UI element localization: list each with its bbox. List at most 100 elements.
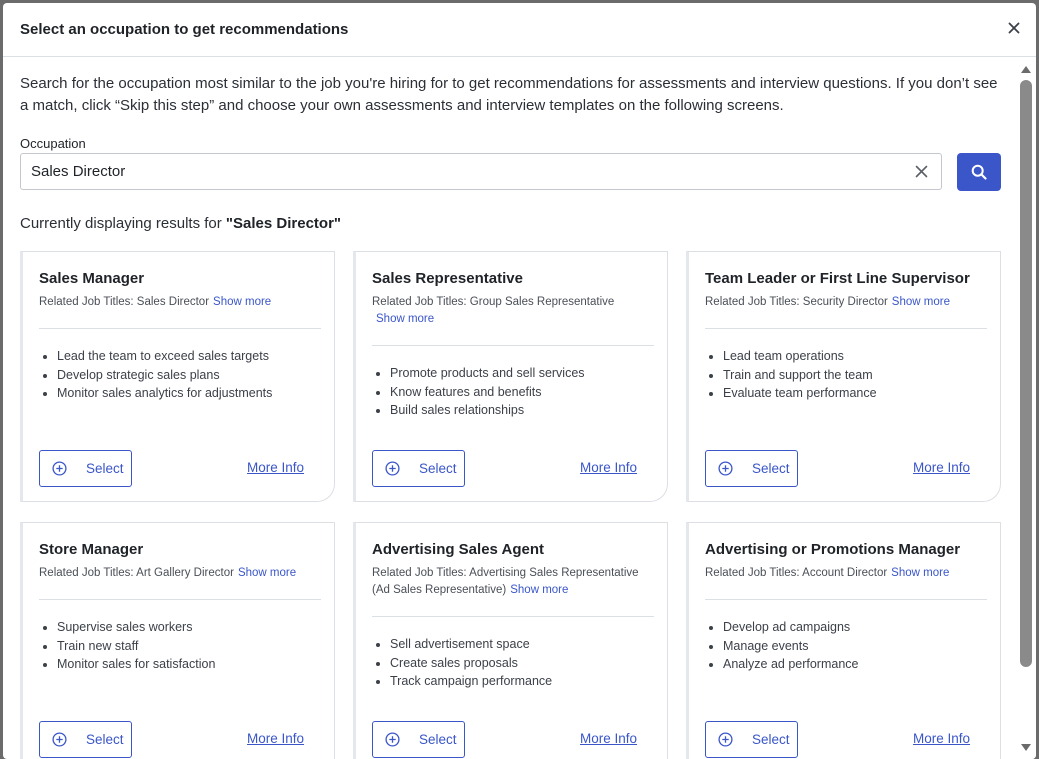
card-bullets: Lead the team to exceed sales targets De… xyxy=(57,347,272,403)
vertical-scrollbar[interactable] xyxy=(1016,58,1036,759)
modal-title: Select an occupation to get recommendati… xyxy=(20,21,349,38)
related-text: Related Job Titles: Account Director xyxy=(705,567,888,579)
bullet-item: Develop ad campaigns xyxy=(723,618,859,637)
plus-circle-icon xyxy=(52,461,67,476)
show-more-link[interactable]: Show more xyxy=(892,296,950,308)
results-prefix: Currently displaying results for xyxy=(20,215,226,232)
card-bullets: Lead team operations Train and support t… xyxy=(723,347,877,403)
occupation-label: Occupation xyxy=(20,136,86,151)
card-bullets: Develop ad campaigns Manage events Analy… xyxy=(723,618,859,674)
more-info-link[interactable]: More Info xyxy=(580,460,637,475)
card-title: Advertising or Promotions Manager xyxy=(705,541,961,558)
occupation-search-box xyxy=(20,153,942,190)
card-divider xyxy=(39,599,321,600)
plus-circle-icon xyxy=(52,732,67,747)
related-text: Related Job Titles: Security Director xyxy=(705,296,888,308)
card-related-titles: Related Job Titles: Art Gallery Director… xyxy=(39,565,324,582)
occupation-card: Sales Representative Related Job Titles:… xyxy=(353,251,668,502)
occupation-card: Team Leader or First Line Supervisor Rel… xyxy=(686,251,1001,502)
plus-circle-icon xyxy=(385,732,400,747)
bullet-item: Build sales relationships xyxy=(390,401,585,420)
card-related-titles: Related Job Titles: Security Director Sho… xyxy=(705,294,990,311)
plus-circle-icon xyxy=(385,461,400,476)
bullet-item: Train and support the team xyxy=(723,366,877,385)
card-divider xyxy=(372,616,654,617)
bullet-item: Know features and benefits xyxy=(390,383,585,402)
card-title: Advertising Sales Agent xyxy=(372,541,544,558)
card-divider xyxy=(39,328,321,329)
related-text: Related Job Titles: Art Gallery Director xyxy=(39,567,234,579)
bullet-item: Monitor sales for satisfaction xyxy=(57,655,215,674)
card-title: Store Manager xyxy=(39,541,144,558)
bullet-item: Promote products and sell services xyxy=(390,364,585,383)
select-label: Select xyxy=(86,732,124,747)
bullet-item: Create sales proposals xyxy=(390,654,552,673)
show-more-link[interactable]: Show more xyxy=(510,584,568,596)
bullet-item: Evaluate team performance xyxy=(723,384,877,403)
occupation-card: Advertising or Promotions Manager Relate… xyxy=(686,522,1001,759)
modal-header: Select an occupation to get recommendati… xyxy=(3,3,1036,57)
select-label: Select xyxy=(752,732,790,747)
bullet-item: Lead the team to exceed sales targets xyxy=(57,347,272,366)
plus-circle-icon xyxy=(718,732,733,747)
card-related-titles: Related Job Titles: Advertising Sales Re… xyxy=(372,565,657,599)
scroll-thumb[interactable] xyxy=(1020,80,1032,667)
bullet-item: Manage events xyxy=(723,637,859,656)
select-label: Select xyxy=(86,461,124,476)
bullet-item: Monitor sales analytics for adjustments xyxy=(57,384,272,403)
occupation-card: Advertising Sales Agent Related Job Titl… xyxy=(353,522,668,759)
card-related-titles: Related Job Titles: Sales Director Show m… xyxy=(39,294,324,311)
occupation-search-input[interactable] xyxy=(31,154,891,189)
bullet-item: Lead team operations xyxy=(723,347,877,366)
show-more-link[interactable]: Show more xyxy=(238,567,296,579)
plus-circle-icon xyxy=(718,461,733,476)
show-more-link[interactable]: Show more xyxy=(213,296,271,308)
show-more-link[interactable]: Show more xyxy=(376,313,434,325)
card-bullets: Supervise sales workers Train new staff … xyxy=(57,618,215,674)
scroll-down-icon[interactable] xyxy=(1020,743,1032,753)
select-button[interactable]: Select xyxy=(705,721,798,758)
card-bullets: Promote products and sell services Know … xyxy=(390,364,585,420)
select-button[interactable]: Select xyxy=(372,450,465,487)
more-info-link[interactable]: More Info xyxy=(913,731,970,746)
clear-icon[interactable] xyxy=(914,164,929,179)
more-info-link[interactable]: More Info xyxy=(247,731,304,746)
card-title: Sales Manager xyxy=(39,270,145,287)
card-related-titles: Related Job Titles: Account Director Show… xyxy=(705,565,990,582)
modal-content: Search for the occupation most similar t… xyxy=(3,58,1016,759)
close-icon[interactable] xyxy=(1006,20,1022,36)
select-button[interactable]: Select xyxy=(372,721,465,758)
card-title: Sales Representative xyxy=(372,270,523,287)
more-info-link[interactable]: More Info xyxy=(580,731,637,746)
bullet-item: Track campaign performance xyxy=(390,672,552,691)
search-button[interactable] xyxy=(957,153,1001,191)
card-divider xyxy=(372,345,654,346)
select-button[interactable]: Select xyxy=(39,450,132,487)
select-label: Select xyxy=(752,461,790,476)
card-divider xyxy=(705,328,987,329)
bullet-item: Develop strategic sales plans xyxy=(57,366,272,385)
results-summary: Currently displaying results for "Sales … xyxy=(20,215,341,232)
card-divider xyxy=(705,599,987,600)
bullet-item: Analyze ad performance xyxy=(723,655,859,674)
intro-text: Search for the occupation most similar t… xyxy=(20,75,998,114)
more-info-link[interactable]: More Info xyxy=(913,460,970,475)
select-label: Select xyxy=(419,461,457,476)
select-button[interactable]: Select xyxy=(705,450,798,487)
results-query: "Sales Director" xyxy=(225,215,342,232)
related-text: Related Job Titles: Sales Director xyxy=(39,296,210,308)
card-title: Team Leader or First Line Supervisor xyxy=(705,270,970,287)
occupation-modal: Select an occupation to get recommendati… xyxy=(3,3,1036,759)
scroll-up-icon[interactable] xyxy=(1020,64,1032,74)
more-info-link[interactable]: More Info xyxy=(247,460,304,475)
select-button[interactable]: Select xyxy=(39,721,132,758)
card-bullets: Sell advertisement space Create sales pr… xyxy=(390,635,552,691)
bullet-item: Sell advertisement space xyxy=(390,635,552,654)
occupation-card: Store Manager Related Job Titles: Art Ga… xyxy=(20,522,335,759)
occupation-card: Sales Manager Related Job Titles: Sales … xyxy=(20,251,335,502)
bullet-item: Train new staff xyxy=(57,637,215,656)
show-more-link[interactable]: Show more xyxy=(891,567,949,579)
related-text: Related Job Titles: Group Sales Represen… xyxy=(372,296,615,308)
related-text: Related Job Titles: Advertising Sales Re… xyxy=(372,567,639,596)
card-related-titles: Related Job Titles: Group Sales Represen… xyxy=(372,294,657,328)
